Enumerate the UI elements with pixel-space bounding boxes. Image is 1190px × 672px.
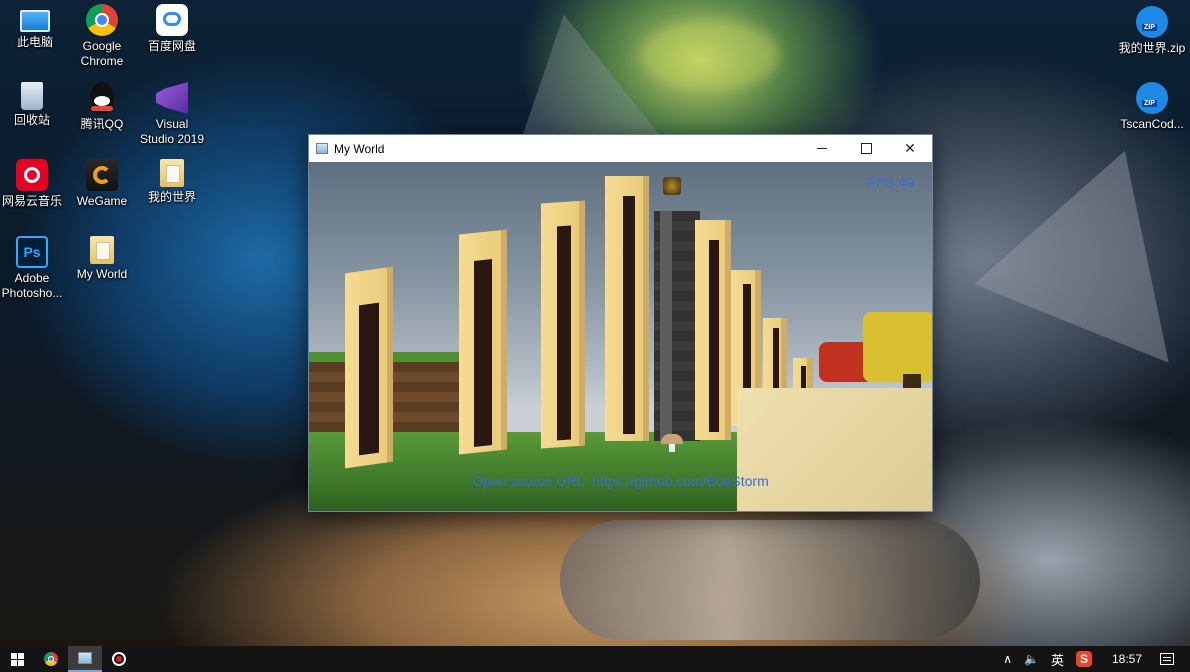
- clock[interactable]: 18:57: [1098, 646, 1156, 672]
- taskbar: ∧ 🔈 英 S 18:57: [0, 646, 1190, 672]
- wegame-icon: [86, 159, 118, 191]
- minimize-button[interactable]: [800, 135, 844, 162]
- desktop-icon-label: 我的世界.zip: [1118, 41, 1186, 55]
- maximize-button[interactable]: [844, 135, 888, 162]
- baidu-netdisk-icon: [156, 4, 188, 36]
- sogou-icon: S: [1075, 651, 1092, 667]
- game-sand-block: [737, 388, 932, 511]
- visual-studio-icon: [156, 82, 188, 114]
- desktop-icon-label: Google Chrome: [80, 39, 124, 68]
- game-sand-pillar: [459, 229, 507, 455]
- wallpaper-cat-paw: [560, 520, 980, 640]
- app-window-icon: [316, 143, 328, 154]
- game-pillar-slot: [557, 225, 571, 441]
- desktop-icon-chrome[interactable]: Google Chrome: [67, 4, 137, 69]
- windows-logo-icon: [10, 652, 24, 666]
- desktop-icon-label: 百度网盘: [147, 39, 196, 53]
- computer-icon: [20, 10, 50, 32]
- recycle-bin-icon: [21, 82, 43, 110]
- record-icon: [112, 652, 126, 666]
- my-world-window[interactable]: My World ✕ FPS:49 Open source URL: https…: [308, 134, 933, 512]
- show-hidden-icons-caret[interactable]: ∧: [997, 646, 1018, 672]
- desktop-icon-tscancode[interactable]: TscanCod...: [1117, 82, 1187, 132]
- wallpaper-cat-ear-right: [973, 117, 1190, 363]
- source-url-overlay: Open source URL: https://github.com/BueS…: [472, 473, 769, 489]
- desktop-icon-label: Visual Studio 2019: [139, 117, 205, 146]
- notification-center-button[interactable]: [1156, 646, 1190, 672]
- desktop-icon-label: TscanCod...: [1120, 117, 1184, 131]
- game-pillar-slot: [623, 196, 635, 434]
- taskbar-my-world[interactable]: [68, 646, 102, 672]
- chrome-icon: [44, 652, 58, 666]
- game-sand-pillar: [345, 266, 393, 469]
- sogou-input-tray[interactable]: S: [1070, 646, 1098, 672]
- window-title: My World: [334, 141, 385, 156]
- desktop-icon-wegame[interactable]: WeGame: [67, 159, 137, 209]
- desktop-icon-this-pc[interactable]: 此电脑: [0, 4, 70, 50]
- netease-music-icon: [16, 159, 48, 191]
- fps-counter: FPS:49: [867, 174, 914, 190]
- game-pillar-slot: [709, 240, 719, 432]
- folder-icon: [160, 159, 184, 187]
- taskbar-recorder[interactable]: [102, 646, 136, 672]
- desktop-icon-label: 我的世界: [147, 190, 196, 204]
- desktop-icon-my-world-zip[interactable]: 我的世界.zip: [1117, 6, 1187, 56]
- desktop-icon-qq[interactable]: 腾讯QQ: [67, 82, 137, 132]
- notification-icon: [1160, 653, 1174, 665]
- desktop-icon-label: WeGame: [76, 194, 128, 208]
- desktop-icon-label: 此电脑: [16, 35, 53, 49]
- game-stone-tower: [654, 211, 700, 441]
- desktop-icon-netease-music[interactable]: 网易云音乐: [0, 159, 67, 209]
- game-sand-pillar: [541, 200, 585, 449]
- game-yellow-tree: [863, 312, 932, 382]
- game-mushroom: [661, 434, 683, 452]
- game-sand-pillar: [605, 176, 649, 441]
- volume-icon[interactable]: 🔈: [1018, 646, 1045, 672]
- desktop-icon-my-world[interactable]: My World: [67, 236, 137, 282]
- zip-file-icon: [1136, 6, 1168, 38]
- game-viewport[interactable]: FPS:49 Open source URL: https://github.c…: [309, 162, 932, 511]
- app-window-icon: [78, 652, 92, 664]
- photoshop-icon: Ps: [16, 236, 48, 268]
- game-pillar-slot: [359, 302, 379, 456]
- game-pillar-slot: [474, 259, 492, 447]
- close-button[interactable]: ✕: [888, 135, 932, 162]
- desktop-icon-label: 腾讯QQ: [80, 117, 124, 131]
- game-sand-pillar: [695, 220, 731, 440]
- desktop-icon-my-world-cn[interactable]: 我的世界: [137, 159, 207, 205]
- desktop-icon-photoshop[interactable]: Ps Adobe Photosho...: [0, 236, 67, 301]
- wallpaper-glow: [640, 20, 780, 90]
- system-tray: ∧ 🔈 英 S 18:57: [997, 646, 1190, 672]
- desktop-icon-baidu-netdisk[interactable]: 百度网盘: [137, 4, 207, 54]
- game-floating-block: [663, 177, 681, 195]
- start-button[interactable]: [0, 646, 34, 672]
- folder-icon: [90, 236, 114, 264]
- zip-file-icon: [1136, 82, 1168, 114]
- window-controls: ✕: [800, 135, 932, 162]
- desktop-icon-label: Adobe Photosho...: [1, 271, 63, 300]
- chrome-icon: [86, 4, 118, 36]
- desktop-icon-label: 网易云音乐: [1, 194, 62, 208]
- desktop-icon-label: My World: [76, 267, 128, 281]
- qq-icon: [90, 82, 114, 114]
- window-titlebar[interactable]: My World ✕: [309, 135, 932, 162]
- desktop-icon-recycle-bin[interactable]: 回收站: [0, 82, 67, 128]
- taskbar-chrome[interactable]: [34, 646, 68, 672]
- desktop-icon-visual-studio[interactable]: Visual Studio 2019: [137, 82, 207, 147]
- input-language[interactable]: 英: [1045, 646, 1070, 672]
- desktop-icon-label: 回收站: [13, 113, 50, 127]
